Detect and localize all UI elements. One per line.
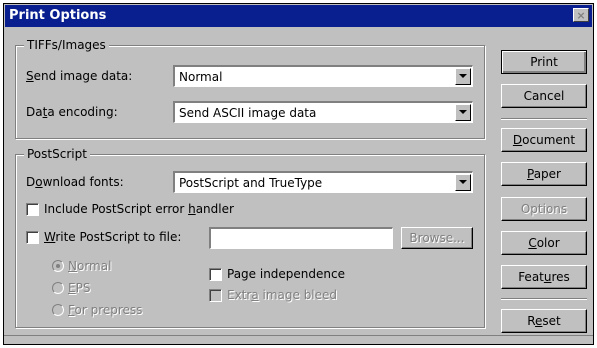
write-to-file-checkbox[interactable] [26, 231, 39, 244]
send-image-data-label: Send image data: [26, 69, 133, 83]
send-image-data-value: Normal [179, 70, 223, 84]
postscript-group: PostScript Download fonts: PostScript an… [15, 147, 485, 328]
include-error-handler-checkbox[interactable] [26, 203, 39, 216]
chevron-down-icon[interactable] [455, 104, 471, 121]
paper-button[interactable]: Paper [501, 162, 587, 186]
download-fonts-label: Download fonts: [26, 175, 124, 189]
color-button[interactable]: Color [501, 231, 587, 255]
title-bar: Print Options × [5, 5, 592, 27]
extra-bleed-label[interactable]: Extra image bleed [227, 287, 337, 303]
extra-bleed-checkbox[interactable] [209, 289, 222, 302]
tiffs-images-legend: TIFFs/Images [24, 38, 109, 52]
send-image-data-select[interactable]: Normal [173, 65, 473, 87]
file-path-input[interactable] [209, 227, 393, 249]
chevron-down-icon[interactable] [455, 174, 471, 191]
radio-selected-dot [56, 264, 60, 268]
window-title: Print Options [9, 8, 107, 23]
include-error-handler-label[interactable]: Include PostScript error handler [44, 201, 234, 217]
reset-button[interactable]: Reset [501, 309, 587, 333]
send-image-data-label-rest: end image data: [33, 69, 133, 83]
close-icon[interactable]: × [573, 8, 589, 22]
normal-radio[interactable] [52, 260, 64, 272]
normal-radio-label[interactable]: Normal [68, 258, 111, 274]
chevron-down-icon[interactable] [455, 68, 471, 85]
dialog-bottom-divider [4, 335, 593, 336]
print-button[interactable]: Print [501, 50, 587, 74]
data-encoding-value: Send ASCII image data [179, 106, 317, 120]
document-button[interactable]: Document [501, 128, 587, 152]
cancel-button[interactable]: Cancel [501, 84, 587, 108]
tiffs-images-group: TIFFs/Images Send image data: Normal Dat… [15, 38, 485, 139]
data-encoding-label: Data encoding: [26, 105, 118, 119]
data-encoding-select[interactable]: Send ASCII image data [173, 101, 473, 123]
download-fonts-value: PostScript and TrueType [179, 176, 323, 190]
button-separator [501, 118, 587, 120]
eps-radio[interactable] [52, 282, 64, 294]
features-button[interactable]: Features [501, 265, 587, 289]
write-to-file-label[interactable]: Write PostScript to file: [44, 229, 181, 245]
eps-radio-label[interactable]: EPS [68, 280, 90, 296]
prepress-radio-label[interactable]: For prepress [68, 302, 142, 318]
options-button[interactable]: Options [501, 197, 587, 221]
button-separator [501, 298, 587, 300]
browse-button[interactable]: Browse... [401, 227, 473, 249]
print-options-dialog: Print Options × TIFFs/Images Send image … [3, 3, 594, 345]
download-fonts-select[interactable]: PostScript and TrueType [173, 171, 473, 193]
page-independence-checkbox[interactable] [209, 268, 222, 281]
postscript-legend: PostScript [24, 147, 90, 161]
prepress-radio[interactable] [52, 304, 64, 316]
page-independence-label[interactable]: Page independence [227, 266, 345, 282]
